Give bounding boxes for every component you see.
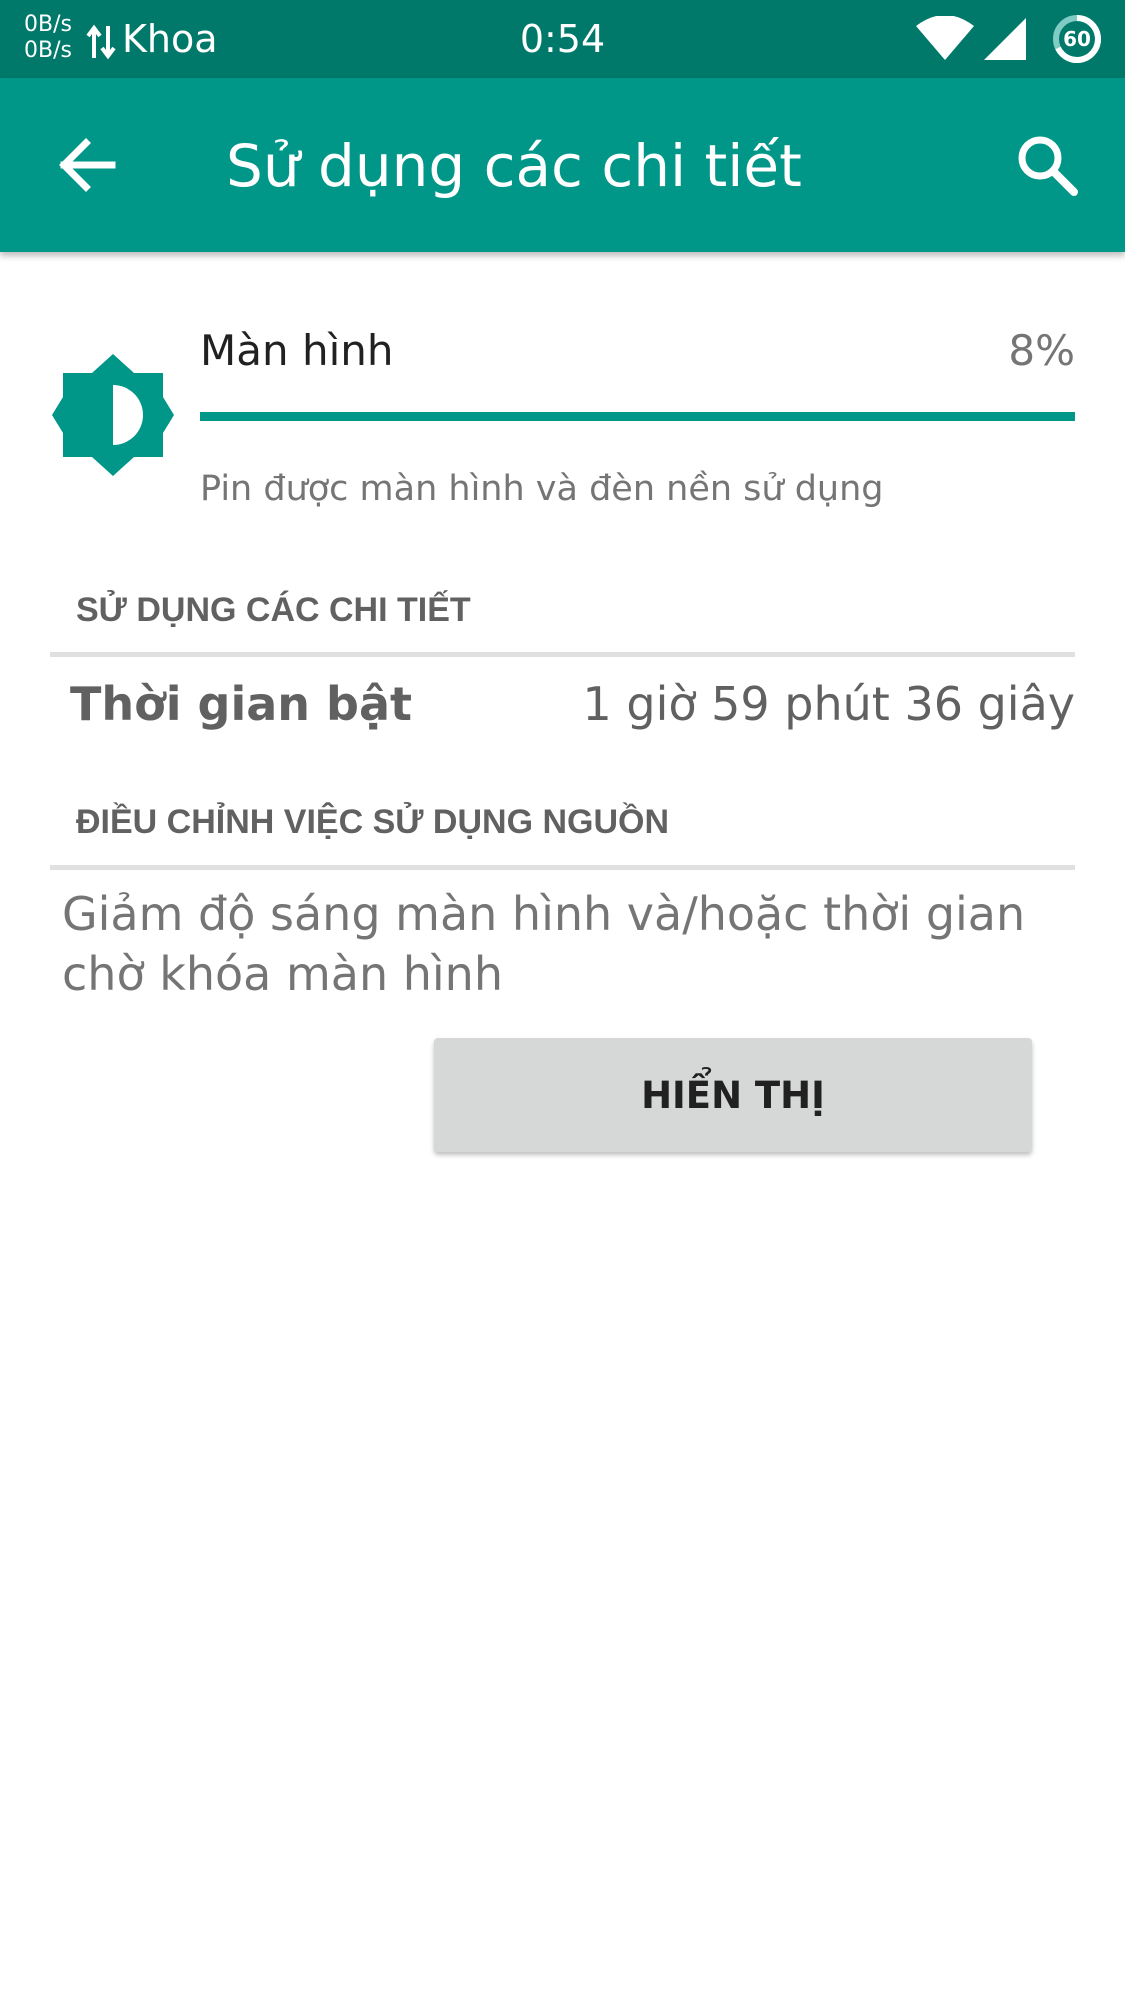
on-time-label: Thời gian bật [70, 677, 412, 731]
usage-progress-bar [200, 412, 1075, 421]
power-advice-text: Giảm độ sáng màn hình và/hoặc thời gian … [62, 887, 1026, 1001]
page-title: Sử dụng các chi tiết [226, 132, 802, 200]
usage-item-percent: 8% [1008, 326, 1075, 375]
app-bar: Sử dụng các chi tiết [0, 78, 1125, 252]
search-icon[interactable] [1012, 130, 1082, 200]
brightness-icon [52, 354, 174, 476]
battery-icon: 60 [1053, 15, 1101, 63]
section-header-usage-details: SỬ DỤNG CÁC CHI TIẾT [76, 591, 471, 629]
usage-item-title: Màn hình [200, 326, 394, 375]
display-settings-button[interactable]: HIỂN THỊ [434, 1038, 1032, 1152]
usage-item-summary: Pin được màn hình và đèn nền sử dụng [200, 469, 884, 509]
on-time-value: 1 giờ 59 phút 36 giây [582, 677, 1075, 731]
usage-progress-fill [200, 412, 1075, 421]
status-bar: 0B/s 0B/s Khoa 0:54 60 [0, 0, 1125, 78]
signal-icon [984, 18, 1026, 60]
wifi-icon [916, 16, 974, 60]
section-header-adjust-power: ĐIỀU CHỈNH VIỆC SỬ DỤNG NGUỒN [76, 803, 670, 841]
battery-level-text: 60 [1063, 27, 1091, 51]
section-divider [50, 652, 1075, 657]
back-arrow-icon[interactable] [52, 130, 122, 200]
section-divider [50, 865, 1075, 870]
